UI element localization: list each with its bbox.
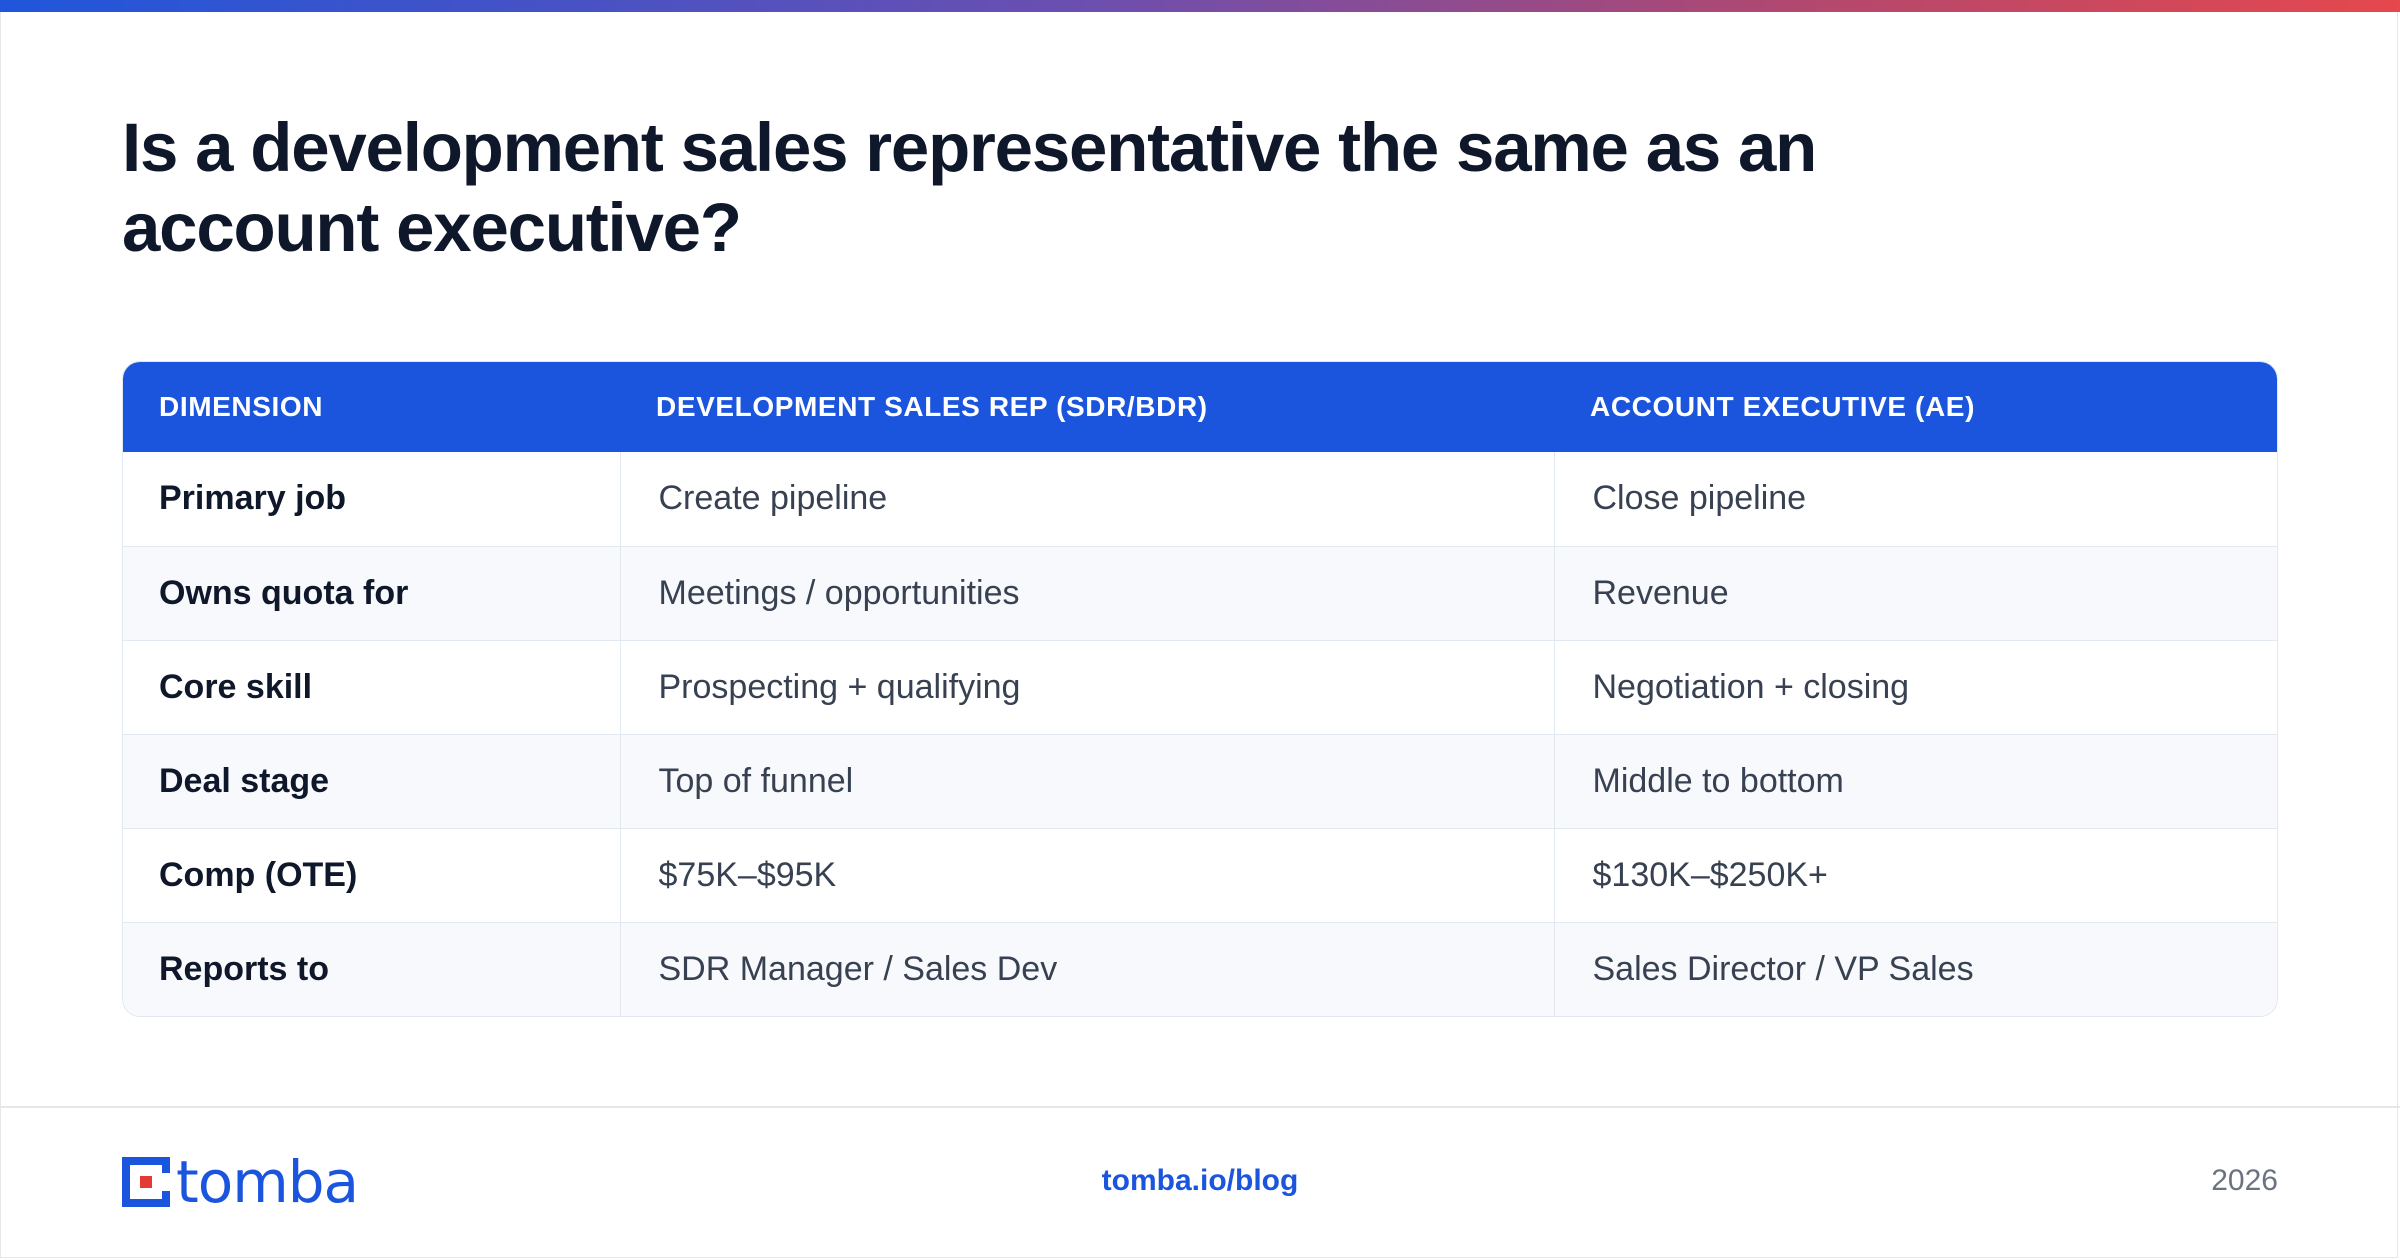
row-sdr-value: Prospecting + qualifying <box>619 640 1554 734</box>
table-row: Deal stage Top of funnel Middle to botto… <box>123 734 2277 828</box>
page-title: Is a development sales representative th… <box>122 109 1817 266</box>
row-ae-value: Close pipeline <box>1553 452 2277 546</box>
row-dimension: Core skill <box>159 667 313 706</box>
comparison-table-container: DIMENSION DEVELOPMENT SALES REP (SDR/BDR… <box>122 361 2278 1017</box>
row-sdr-value: $75K–$95K <box>619 828 1554 922</box>
row-sdr-value: Create pipeline <box>619 452 1554 546</box>
header-ae: ACCOUNT EXECUTIVE (AE) <box>1590 391 1975 422</box>
row-ae-value: Sales Director / VP Sales <box>1553 922 2277 1016</box>
header-dimension: DIMENSION <box>159 391 324 422</box>
table-row: Core skill Prospecting + qualifying Nego… <box>123 640 2277 734</box>
table-row: Reports to SDR Manager / Sales Dev Sales… <box>123 922 2277 1016</box>
row-dimension: Owns quota for <box>159 573 409 612</box>
table-header-row: DIMENSION DEVELOPMENT SALES REP (SDR/BDR… <box>123 362 2277 452</box>
header-sdr: DEVELOPMENT SALES REP (SDR/BDR) <box>656 391 1208 422</box>
footer-divider <box>0 1106 2400 1108</box>
table-row: Primary job Create pipeline Close pipeli… <box>123 452 2277 546</box>
row-sdr-value: Top of funnel <box>619 734 1554 828</box>
row-dimension: Comp (OTE) <box>159 855 358 894</box>
row-dimension: Deal stage <box>159 761 330 800</box>
row-ae-value: Revenue <box>1553 546 2277 640</box>
table-row: Comp (OTE) $75K–$95K $130K–$250K+ <box>123 828 2277 922</box>
row-sdr-value: Meetings / opportunities <box>619 546 1554 640</box>
row-sdr-value: SDR Manager / Sales Dev <box>619 922 1554 1016</box>
table-row: Owns quota for Meetings / opportunities … <box>123 546 2277 640</box>
row-dimension: Primary job <box>159 479 347 518</box>
footer-year: 2026 <box>2211 1164 2278 1197</box>
row-dimension: Reports to <box>159 949 329 988</box>
blog-link[interactable]: tomba.io/blog <box>0 1164 2400 1198</box>
row-ae-value: Middle to bottom <box>1553 734 2277 828</box>
row-ae-value: $130K–$250K+ <box>1553 828 2277 922</box>
top-accent-bar <box>0 0 2400 12</box>
row-ae-value: Negotiation + closing <box>1553 640 2277 734</box>
comparison-table: DIMENSION DEVELOPMENT SALES REP (SDR/BDR… <box>123 362 2277 1016</box>
